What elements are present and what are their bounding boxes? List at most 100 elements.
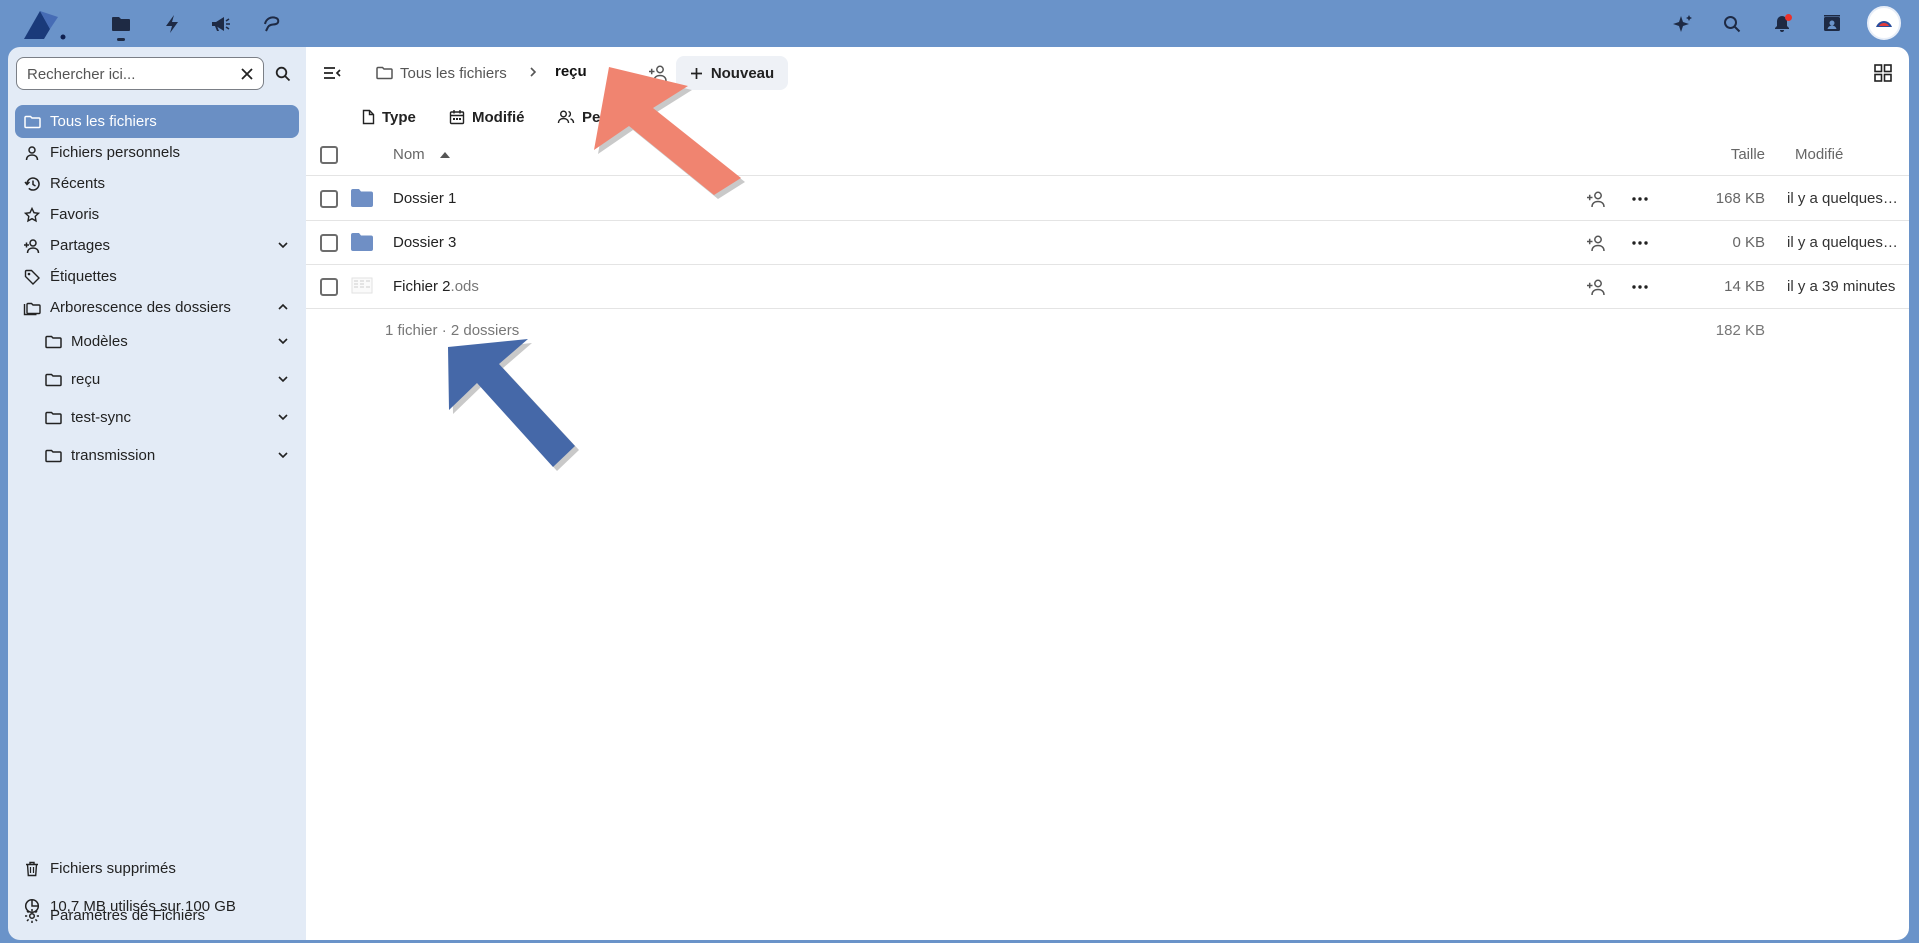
close-icon[interactable] [237,64,257,84]
files-content: Tous les fichiers reçu Nouveau Type Modi… [306,47,1909,940]
sort-ascending-icon [440,152,450,158]
folder-icon [44,333,62,351]
chevron-down-icon[interactable] [275,237,291,253]
file-icon [362,109,375,125]
tree-item-label: transmission [71,447,156,464]
file-size: 168 KB [1715,190,1765,207]
file-name[interactable]: Fichier 2.ods [393,278,479,295]
folder-tree-icon [23,299,41,317]
chevron-up-icon[interactable] [275,299,291,315]
row-checkbox[interactable] [320,278,338,296]
chevron-down-icon[interactable] [275,409,291,425]
tree-item-label: Modèles [71,333,128,350]
column-header-name[interactable]: Nom [393,146,425,163]
folder-icon [44,409,62,427]
sidebar-item-trash[interactable]: Fichiers supprimés [15,852,299,885]
chevron-down-icon[interactable] [275,447,291,463]
filter-people[interactable]: Pe [557,102,600,132]
breadcrumb-root[interactable]: Tous les fichiers [376,59,507,87]
sidebar-item-settings[interactable]: Paramètres de Fichiers [15,899,299,932]
toggle-navigation-icon[interactable] [320,61,344,85]
user-avatar[interactable] [1867,6,1901,40]
sidebar-item-label: Fichiers personnels [50,144,181,161]
sidebar-item-tags[interactable]: Étiquettes [15,260,299,293]
new-button-label: Nouveau [710,64,775,82]
sidebar-item-label: Favoris [50,206,100,223]
column-header-size[interactable]: Taille [1731,146,1765,163]
people-icon [557,109,575,125]
sidebar-item-folder-tree[interactable]: Arborescence des dossiers [15,291,299,324]
row-checkbox[interactable] [320,190,338,208]
share-icon [23,237,41,255]
filter-people-label: Pe [582,108,601,126]
share-folder-icon[interactable] [646,61,670,85]
file-modified: il y a quelques secondes [1787,234,1901,251]
select-all-checkbox[interactable] [320,146,338,164]
breadcrumb-root-label: Tous les fichiers [400,64,507,82]
filter-modified[interactable]: Modifié [449,102,525,132]
search-icon[interactable] [1718,10,1746,38]
file-name[interactable]: Dossier 1 [393,190,456,207]
assistant-icon[interactable] [1669,10,1697,38]
sidebar-item-shares[interactable]: Partages [15,229,299,262]
more-actions-icon[interactable] [1628,275,1652,299]
chevron-down-icon[interactable] [275,371,291,387]
chevron-down-icon[interactable] [275,333,291,349]
contacts-icon[interactable] [1818,10,1846,38]
notification-badge [1785,14,1792,21]
table-row[interactable]: Dossier 1 168 KB il y a quelques seconde… [306,177,1909,221]
tree-item-label: test-sync [71,409,132,426]
filter-type[interactable]: Type [362,102,416,132]
more-actions-icon[interactable] [1628,231,1652,255]
activity-icon[interactable] [158,10,186,38]
sidebar-item-all-files[interactable]: Tous les fichiers [15,105,299,138]
plus-icon [690,67,703,80]
folder-icon [351,232,373,252]
file-size: 0 KB [1732,234,1765,251]
tree-item-recu[interactable]: reçu [36,363,299,396]
more-actions-icon[interactable] [1628,187,1652,211]
folder-icon [376,66,393,80]
logo-icon[interactable] [22,7,68,41]
sidebar-item-favorites[interactable]: Favoris [15,198,299,231]
app-navigation: Tous les fichiers Fichiers personnels Ré… [8,47,306,940]
user-icon [23,144,41,162]
files-summary-size: 182 KB [1715,322,1765,339]
files-summary: 1 fichier · 2 dossiers [385,322,520,339]
tree-item-modeles[interactable]: Modèles [36,325,299,358]
share-icon[interactable] [1584,275,1608,299]
chevron-right-icon [526,65,540,79]
sidebar-trash-label: Fichiers supprimés [50,860,176,877]
notes-icon[interactable] [258,10,286,38]
files-table-header: Nom Taille Modifié [306,133,1909,176]
tree-item-transmission[interactable]: transmission [36,439,299,472]
sidebar-search-input[interactable] [27,64,227,84]
tree-item-label: reçu [71,371,101,388]
tree-item-test-sync[interactable]: test-sync [36,401,299,434]
column-header-modified[interactable]: Modifié [1795,146,1843,163]
sidebar-item-label: Étiquettes [50,268,117,285]
announcements-icon[interactable] [207,10,235,38]
share-icon[interactable] [1584,231,1608,255]
search-icon[interactable] [270,61,296,87]
sidebar-item-label: Partages [50,237,111,254]
share-icon[interactable] [1584,187,1608,211]
filter-type-label: Type [382,108,416,126]
files-icon[interactable] [107,10,135,41]
filter-modified-label: Modifié [472,108,525,126]
new-button[interactable]: Nouveau [676,56,788,90]
sidebar-item-personal-files[interactable]: Fichiers personnels [15,136,299,169]
table-row[interactable]: Fichier 2.ods 14 KB il y a 39 minutes [306,265,1909,309]
grid-view-icon[interactable] [1871,61,1895,85]
table-row[interactable]: Dossier 3 0 KB il y a quelques secondes [306,221,1909,265]
row-checkbox[interactable] [320,234,338,252]
gear-icon [23,907,41,925]
history-icon [23,175,41,193]
file-name[interactable]: Dossier 3 [393,234,456,251]
star-icon [23,206,41,224]
sidebar-item-recent[interactable]: Récents [15,167,299,200]
tag-icon [23,268,41,286]
notifications-icon[interactable] [1768,10,1796,38]
breadcrumb-current[interactable]: reçu [555,63,587,80]
folder-icon [23,113,41,131]
